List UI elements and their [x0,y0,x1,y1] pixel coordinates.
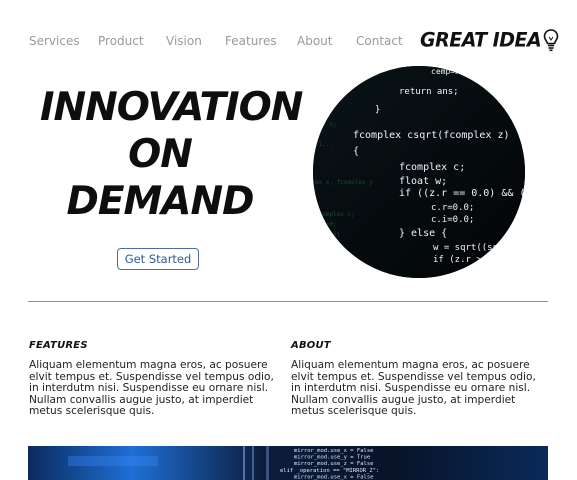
features-heading: FEATURES [29,340,88,351]
about-body: Aliquam elementum magna eros, ac posuere… [291,359,536,418]
code-line: return ans; [399,87,459,97]
svg-text:plex x): plex x) [315,231,340,238]
banner-code-line: mirror_mod.use_y = True [294,455,370,461]
nav-link-services[interactable]: Services [29,34,80,48]
lightbulb-icon [543,29,559,52]
svg-text:fl...: fl... [315,141,333,148]
nav-link-vision[interactable]: Vision [166,34,202,48]
code-line: c.r=0.0; [431,203,474,213]
top-nav: Services Product Vision Features About C… [0,0,577,80]
features-body: Aliquam elementum magna eros, ac posuere… [29,359,274,418]
code-banner-image: mirror_mod.use_x = False mirror_mod.use_y… [28,446,548,480]
about-section: ABOUT Aliquam elementum magna eros, ac p… [291,340,547,418]
svg-text:.ex c;: .ex c; [315,121,337,128]
code-line: w = sqrt((sqrt(z.r [433,243,525,253]
code-line: fcomplex csqrt(fcomplex z) [353,130,510,141]
nav-link-features[interactable]: Features [225,34,277,48]
code-banner-graphic: mirror_mod.use_x = Falsemirror_mod.use_y… [28,446,548,480]
banner-code-line: mirror_mod.use_z = False [294,461,373,467]
code-line: { [353,146,359,157]
hero-title: INNOVATION ON DEMAND [40,84,303,225]
code-line: c.i=0.0; [431,215,474,225]
code-line: float w; [399,176,447,187]
get-started-button[interactable]: Get Started [117,248,199,270]
nav-link-contact[interactable]: Contact [356,34,403,48]
brand-name: GREAT IDEA [420,28,542,52]
code-line: } else { [399,228,447,239]
section-divider [28,301,548,302]
svg-text:x.r=0;: x.r=0; [315,221,337,228]
code-line: if (z.r >= 0.0) [433,255,514,265]
svg-text:fcomplex c;: fcomplex c; [315,211,355,218]
hero-title-line: INNOVATION [40,85,303,130]
features-section: FEATURES Aliquam elementum magna eros, a… [29,340,285,418]
brand-logo[interactable]: GREAT IDEA [420,26,559,54]
svg-text:ex x, fcomplex y: ex x, fcomplex y [315,179,373,186]
banner-code-line: mirror_mod.use_x = False [294,474,373,480]
banner-code-line: elif _operation == "MIRROR_Z": [280,468,379,474]
code-line: if ((z.r == 0.0) && (z.i == 0.0)) [399,188,525,199]
banner-code-line: mirror_mod.use_x = False [294,448,373,454]
about-heading: ABOUT [291,340,331,351]
hero-title-line: DEMAND [66,179,254,224]
code-line: } [375,105,380,115]
code-screen-image: .ex c; fl... ex x, fcomplex y fcomplex c… [313,66,525,278]
hero-title-line: ON [128,132,193,177]
code-screen-graphic: .ex c; fl... ex x, fcomplex y fcomplex c… [313,66,525,278]
nav-link-product[interactable]: Product [98,34,144,48]
nav-link-about[interactable]: About [297,34,332,48]
code-line: fcomplex c; [399,162,465,173]
